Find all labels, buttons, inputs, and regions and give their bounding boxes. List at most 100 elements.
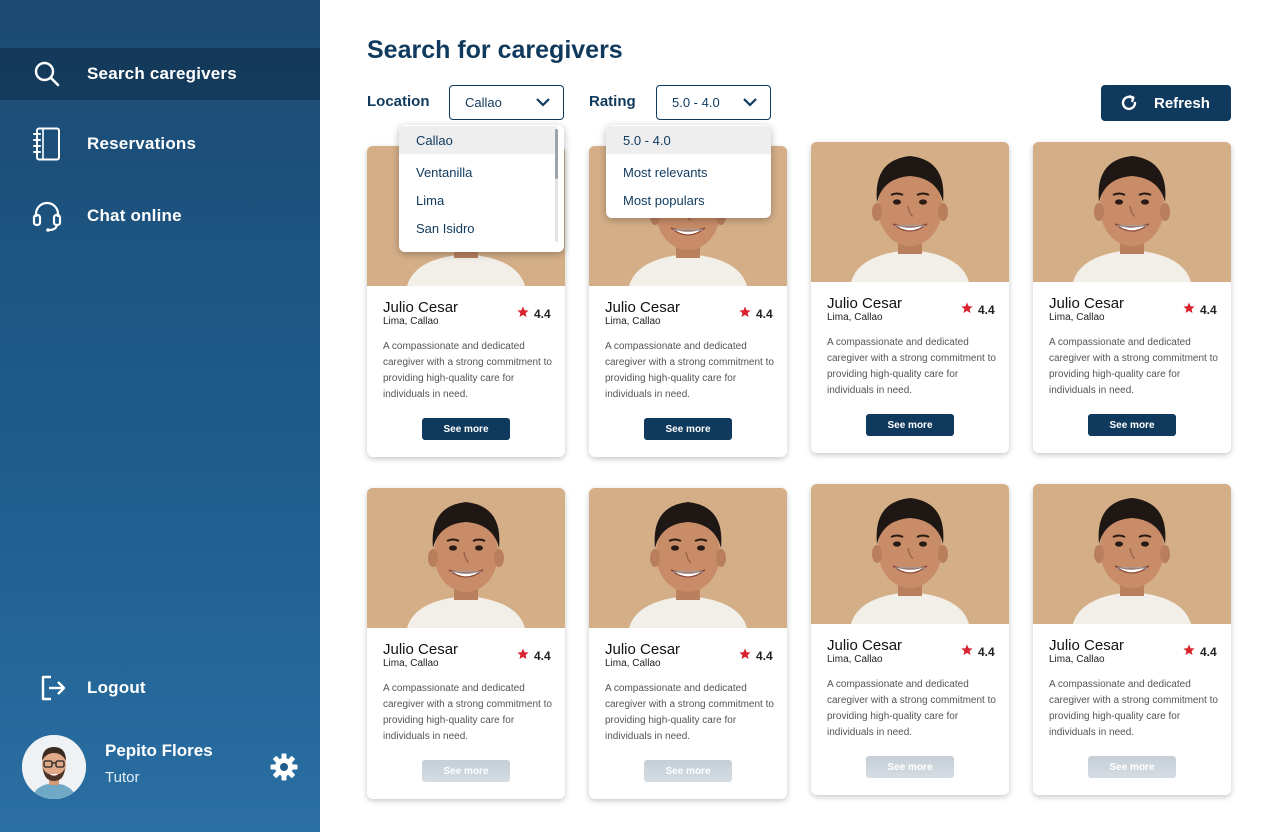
logout-label: Logout — [87, 678, 146, 697]
caregiver-rating: 4.4 — [517, 306, 551, 321]
rating-option[interactable]: 5.0 - 4.0 — [606, 126, 771, 154]
nav-reservations[interactable]: Reservations — [0, 118, 320, 170]
caregiver-location: Lima, Callao — [1049, 312, 1105, 323]
refresh-button[interactable]: Refresh — [1101, 85, 1231, 121]
caregiver-location: Lima, Callao — [827, 312, 883, 323]
location-option[interactable]: Lima — [399, 186, 557, 214]
caregiver-description: A compassionate and dedicated caregiver … — [1049, 679, 1218, 738]
caregiver-name: Julio Cesar — [827, 637, 903, 654]
star-icon — [1183, 302, 1195, 317]
caregiver-card: Julio Cesar Lima, Callao 4.4 A compassio… — [811, 484, 1009, 795]
caregiver-description: A compassionate and dedicated caregiver … — [827, 679, 996, 738]
caregiver-name: Julio Cesar — [827, 295, 903, 312]
star-icon — [517, 648, 529, 663]
refresh-label: Refresh — [1154, 94, 1210, 112]
caregiver-rating: 4.4 — [1183, 644, 1217, 659]
rating-value: 4.4 — [978, 644, 995, 659]
rating-value: 4.4 — [1200, 644, 1217, 659]
rating-value: 4.4 — [756, 648, 773, 663]
caregiver-photo — [367, 488, 565, 628]
caregiver-photo — [811, 484, 1009, 624]
star-icon — [739, 648, 751, 663]
caregiver-card: Julio Cesar Lima, Callao 4.4 A compassio… — [367, 488, 565, 799]
profile-name: Pepito Flores — [105, 741, 213, 760]
see-more-button[interactable]: See more — [422, 418, 510, 440]
caregiver-name: Julio Cesar — [605, 299, 681, 316]
caregiver-rating: 4.4 — [961, 302, 995, 317]
avatar — [22, 735, 86, 799]
nav-chat-online[interactable]: Chat online — [0, 190, 320, 242]
rating-dropdown: 5.0 - 4.0 Most relevants Most populars — [606, 125, 771, 218]
caregiver-rating: 4.4 — [961, 644, 995, 659]
logout-button[interactable]: Logout — [0, 662, 320, 714]
caregiver-card: Julio Cesar Lima, Callao 4.4 A compassio… — [589, 488, 787, 799]
sidebar: Search caregivers Reservations Chat onli… — [0, 0, 320, 832]
location-select-value: Callao — [465, 95, 502, 110]
caregiver-name: Julio Cesar — [605, 641, 681, 658]
caregiver-photo — [1033, 484, 1231, 624]
rating-value: 4.4 — [534, 306, 551, 321]
location-option[interactable]: Ventanilla — [399, 158, 557, 186]
gear-icon[interactable] — [269, 752, 299, 782]
rating-value: 4.4 — [978, 302, 995, 317]
caregiver-description: A compassionate and dedicated caregiver … — [605, 683, 774, 742]
rating-option[interactable]: Most populars — [606, 186, 771, 214]
caregiver-location: Lima, Callao — [827, 654, 883, 665]
chevron-down-icon — [535, 96, 551, 111]
caregiver-location: Lima, Callao — [605, 658, 661, 669]
rating-value: 4.4 — [1200, 302, 1217, 317]
caregiver-location: Lima, Callao — [605, 316, 661, 327]
see-more-button[interactable]: See more — [866, 756, 954, 778]
see-more-button[interactable]: See more — [422, 760, 510, 782]
caregiver-name: Julio Cesar — [1049, 637, 1125, 654]
see-more-button[interactable]: See more — [644, 760, 732, 782]
caregiver-rating: 4.4 — [517, 648, 551, 663]
caregiver-description: A compassionate and dedicated caregiver … — [1049, 337, 1218, 396]
nav-label: Search caregivers — [87, 64, 237, 83]
caregiver-photo — [589, 488, 787, 628]
see-more-button[interactable]: See more — [1088, 414, 1176, 436]
headset-icon — [32, 201, 62, 232]
caregiver-rating: 4.4 — [1183, 302, 1217, 317]
caregiver-description: A compassionate and dedicated caregiver … — [383, 341, 552, 400]
caregiver-description: A compassionate and dedicated caregiver … — [383, 683, 552, 742]
see-more-button[interactable]: See more — [866, 414, 954, 436]
location-dropdown: Callao Ventanilla Lima San Isidro — [399, 125, 564, 252]
star-icon — [961, 644, 973, 659]
page-title: Search for caregivers — [367, 36, 623, 64]
see-more-button[interactable]: See more — [1088, 756, 1176, 778]
location-select[interactable]: Callao — [449, 85, 564, 120]
rating-select[interactable]: 5.0 - 4.0 — [656, 85, 771, 120]
star-icon — [517, 306, 529, 321]
star-icon — [961, 302, 973, 317]
search-icon — [32, 59, 62, 89]
caregiver-name: Julio Cesar — [1049, 295, 1125, 312]
caregiver-location: Lima, Callao — [383, 316, 439, 327]
star-icon — [739, 306, 751, 321]
refresh-icon — [1119, 93, 1139, 117]
nav-search-caregivers[interactable]: Search caregivers — [0, 48, 320, 100]
rating-value: 4.4 — [756, 306, 773, 321]
rating-option[interactable]: Most relevants — [606, 158, 771, 186]
chevron-down-icon — [742, 96, 758, 111]
caregiver-description: A compassionate and dedicated caregiver … — [827, 337, 996, 396]
location-option[interactable]: San Isidro — [399, 214, 557, 242]
caregiver-photo — [1033, 142, 1231, 282]
star-icon — [1183, 644, 1195, 659]
caregiver-name: Julio Cesar — [383, 299, 459, 316]
caregiver-card: Julio Cesar Lima, Callao 4.4 A compassio… — [811, 142, 1009, 453]
nav-label: Chat online — [87, 206, 182, 225]
notebook-icon — [32, 127, 62, 161]
logout-icon — [38, 673, 68, 703]
location-option[interactable]: Callao — [399, 126, 557, 154]
caregiver-location: Lima, Callao — [1049, 654, 1105, 665]
see-more-button[interactable]: See more — [644, 418, 732, 440]
caregiver-rating: 4.4 — [739, 306, 773, 321]
caregiver-name: Julio Cesar — [383, 641, 459, 658]
caregiver-location: Lima, Callao — [383, 658, 439, 669]
rating-select-value: 5.0 - 4.0 — [672, 95, 720, 110]
profile-role: Tutor — [105, 769, 140, 786]
user-profile: Pepito Flores Tutor — [22, 735, 302, 801]
scrollbar-thumb[interactable] — [555, 129, 558, 179]
caregiver-rating: 4.4 — [739, 648, 773, 663]
